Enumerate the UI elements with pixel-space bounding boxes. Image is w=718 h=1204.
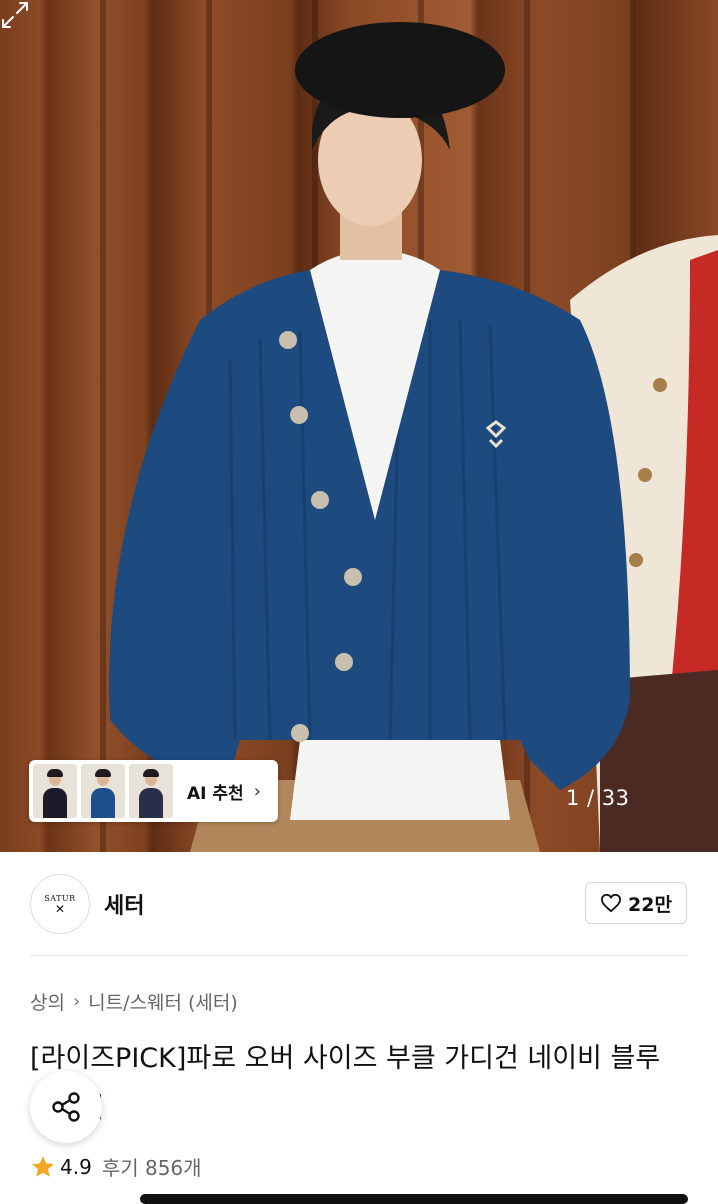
- share-icon: [52, 1092, 80, 1122]
- breadcrumb: 상의 › 니트/스웨터 (세터): [30, 988, 238, 1015]
- brand-row: SATUR ✕ 세터 22만: [0, 852, 718, 956]
- ai-recommendation-label: AI 추천: [187, 783, 244, 804]
- recommendation-thumbnail[interactable]: [81, 764, 125, 818]
- review-count[interactable]: 후기 856개: [102, 1152, 202, 1181]
- brand-logo[interactable]: SATUR ✕: [30, 874, 90, 934]
- rating-row[interactable]: 4.9 후기 856개: [30, 1152, 202, 1181]
- home-indicator: [140, 1194, 688, 1204]
- ai-recommendation-strip[interactable]: AI 추천 ›: [29, 760, 278, 822]
- product-title: [라이즈PICK]파로 오버 사이즈 부클 가디건 네이비 블루 네이비: [30, 1043, 661, 1124]
- share-button[interactable]: [30, 1071, 102, 1143]
- rating-score: 4.9: [60, 1154, 92, 1179]
- ai-recommendation-link[interactable]: AI 추천 ›: [187, 779, 261, 804]
- brand-emblem-icon: ✕: [54, 901, 66, 916]
- recommendation-thumbnail[interactable]: [129, 764, 173, 818]
- like-button[interactable]: 22만: [585, 882, 687, 924]
- brand-name[interactable]: 세터: [104, 888, 144, 920]
- expand-arrows-icon[interactable]: [0, 0, 30, 30]
- heart-outline-icon: [601, 893, 622, 913]
- product-hero-image[interactable]: AI 추천 › 1 / 33: [0, 0, 718, 852]
- breadcrumb-item-knit[interactable]: 니트/스웨터 (세터): [88, 988, 238, 1015]
- chevron-right-icon: ›: [253, 780, 261, 802]
- breadcrumb-item-top[interactable]: 상의: [30, 988, 65, 1015]
- divider: [30, 955, 688, 956]
- star-icon: [32, 1155, 54, 1177]
- like-count: 22만: [628, 893, 672, 916]
- chevron-right-icon: ›: [72, 991, 81, 1012]
- recommendation-thumbnail[interactable]: [33, 764, 77, 818]
- image-page-counter: 1 / 33: [566, 786, 630, 810]
- model-illustration: [109, 22, 718, 852]
